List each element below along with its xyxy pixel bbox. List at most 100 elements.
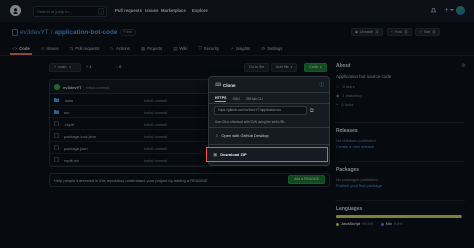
readme-banner-text: Help people interested in this repositor… (54, 178, 209, 183)
file-commit-message[interactable]: Initial commit (144, 134, 167, 139)
file-name-link[interactable]: package.json (64, 146, 88, 151)
tab-settings[interactable]: ⚙ Settings (261, 46, 282, 52)
language-dot-icon (336, 222, 339, 226)
releases-text: No releases published (336, 138, 376, 143)
graph-icon: ↗ (229, 45, 234, 51)
unwatch-button[interactable]: ◉ Unwatch 1 (351, 28, 384, 36)
bell-icon[interactable] (430, 7, 437, 14)
file-commit-message[interactable]: Initial commit (144, 146, 167, 151)
dropdown-divider (209, 103, 329, 104)
tab-actions[interactable]: ▷ Actions (111, 46, 130, 52)
gear-icon[interactable]: ⚙ (462, 63, 466, 69)
download-zip-item[interactable]: ▣ Download ZIP (206, 147, 328, 162)
tab-code[interactable]: <> Code (12, 46, 30, 51)
fork-button[interactable]: ⑂ Fork 0 (387, 28, 412, 36)
star-icon: ☆ (419, 30, 423, 34)
fork-count: 0 (403, 29, 408, 35)
branch-selector[interactable]: ⑂ main ▾ (49, 63, 81, 72)
file-commit-message[interactable]: Initial commit (144, 110, 167, 115)
tab-ssh[interactable]: SSH (232, 97, 239, 101)
question-icon[interactable]: ⓘ (320, 82, 325, 88)
sidebar-divider (335, 161, 465, 162)
tab-wiki[interactable]: ▤ Wiki (173, 46, 187, 52)
clone-url-input[interactable]: https://github.com/ev3devYT/application-… (214, 106, 307, 115)
releases-section: Releases No releases published Create a … (336, 128, 466, 149)
github-logo-icon[interactable] (10, 5, 21, 16)
star-button[interactable]: ☆ Star 0 (415, 28, 441, 36)
tag-icon: ⌂ (116, 65, 119, 69)
watching-link[interactable]: ◉ 1 watching (336, 93, 466, 98)
global-header: Search or jump to... / Pull requests Iss… (0, 0, 474, 22)
tab-issues[interactable]: ⊙ Issues (41, 46, 59, 52)
nav-pull-requests[interactable]: Pull requests (115, 8, 142, 13)
fork-icon: ⑂ (336, 102, 339, 107)
code-icon: <> (12, 46, 18, 51)
fork-icon: ⑂ (391, 30, 394, 34)
repo-name-link[interactable]: application-bot-code (55, 29, 118, 36)
file-commit-message[interactable]: Initial commit (144, 158, 167, 163)
code-button[interactable]: Code ▾ (304, 63, 327, 72)
file-icon (54, 132, 59, 139)
tags-link[interactable]: ⌂ 0 (116, 65, 121, 69)
language-bar-segment (461, 215, 462, 218)
chevron-down-icon: ▾ (290, 65, 293, 69)
tab-pull-requests[interactable]: ⇅ Pull requests (70, 46, 100, 52)
avatar[interactable] (54, 84, 60, 90)
shield-icon: ⛉ (198, 46, 202, 51)
tab-label: Settings (267, 46, 283, 51)
commit-message[interactable]: Initial commit (86, 85, 109, 90)
plus-icon[interactable]: + (443, 7, 450, 14)
releases-title[interactable]: Releases (336, 128, 466, 134)
dropdown-divider (209, 144, 329, 145)
download-zip-label: Download ZIP (220, 152, 247, 157)
file-commit-message[interactable]: Initial commit (144, 122, 167, 127)
folder-icon (54, 97, 59, 102)
tab-label: Projects (147, 46, 163, 51)
star-count: 0 (432, 29, 437, 35)
open-desktop-item[interactable]: ⇩ Open with GitHub Desktop (215, 133, 269, 138)
tab-insights[interactable]: ↗ Insights (230, 46, 250, 52)
file-name-link[interactable]: replit.nix (64, 158, 79, 163)
language-item[interactable]: JavaScript 99.4% (336, 222, 373, 226)
file-name-link[interactable]: .replit (64, 122, 74, 127)
language-percent: 0.6% (393, 222, 403, 226)
commit-author[interactable]: ev3devYT (63, 85, 82, 90)
about-description: Application bot source code (336, 74, 392, 79)
forks-link[interactable]: ⑂ 0 forks (336, 102, 466, 107)
tab-label: Insights (235, 46, 251, 51)
stars-link[interactable]: ☆ 0 stars (336, 84, 466, 89)
unwatch-count: 1 (375, 29, 380, 35)
tab-https[interactable]: HTTPS (215, 96, 227, 102)
slash-shortcut-badge: / (98, 8, 104, 15)
create-release-link[interactable]: Create a new release (336, 144, 466, 149)
tab-security[interactable]: ⛉ Security (198, 46, 219, 51)
nav-issues[interactable]: Issues (145, 8, 158, 13)
tab-github-cli[interactable]: GitHub CLI (246, 97, 263, 101)
nav-marketplace[interactable]: Marketplace (161, 8, 186, 13)
languages-title: Languages (336, 206, 363, 212)
tabs-divider (0, 55, 474, 56)
add-readme-button[interactable]: Add a README (288, 175, 325, 184)
avatar[interactable] (456, 6, 465, 15)
eye-icon: ◉ (355, 30, 358, 34)
add-file-button[interactable]: Add file ▾ (271, 63, 298, 72)
tab-projects[interactable]: ▦ Projects (141, 46, 162, 52)
language-name: JavaScript (341, 222, 361, 226)
about-section: About ⚙ Application bot source code ☆ 0 s… (336, 63, 466, 107)
watching-count: 1 watching (342, 93, 362, 98)
copy-icon[interactable]: ⧉ (310, 108, 314, 114)
repo-owner-link[interactable]: ev3devYT (20, 29, 49, 36)
file-name-link[interactable]: src (64, 110, 69, 115)
visibility-badge: Public (120, 29, 136, 36)
publish-package-link[interactable]: Publish your first package (336, 183, 466, 188)
packages-title[interactable]: Packages (336, 167, 466, 173)
search-input[interactable]: Search or jump to... / (33, 6, 107, 17)
file-name-link[interactable]: package-lock.json (64, 134, 96, 139)
go-to-file-button[interactable]: Go to file (244, 63, 270, 72)
nav-explore[interactable]: Explore (192, 8, 208, 13)
file-name-link[interactable]: .data (64, 98, 73, 103)
language-item[interactable]: Nix 0.6% (381, 222, 403, 226)
file-commit-message[interactable]: Initial commit (144, 98, 167, 103)
dropdown-divider (209, 127, 329, 128)
branches-link[interactable]: ⑂ 1 (86, 65, 91, 69)
